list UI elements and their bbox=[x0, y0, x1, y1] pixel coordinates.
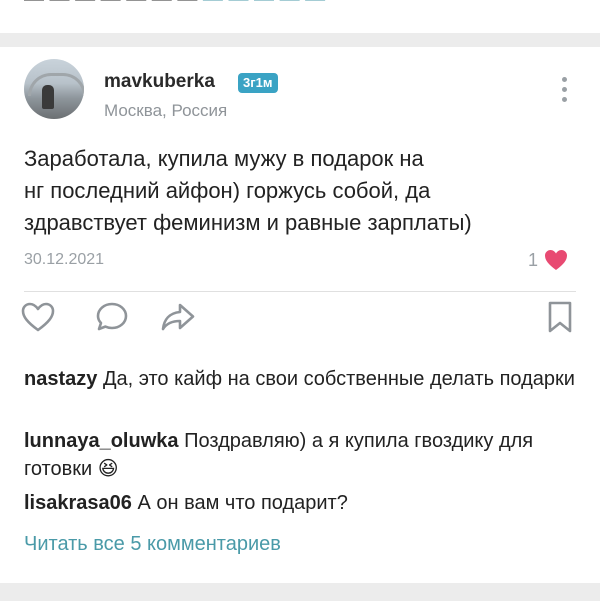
heart-filled-icon bbox=[544, 249, 568, 271]
feed-separator bbox=[0, 33, 600, 47]
likes-counter[interactable]: 1 bbox=[528, 249, 568, 271]
comment-button[interactable] bbox=[94, 299, 130, 335]
post-location[interactable]: Москва, Россия bbox=[104, 101, 227, 121]
more-options-button[interactable] bbox=[556, 77, 572, 105]
avatar[interactable] bbox=[24, 59, 84, 119]
comment-item: lunnaya_oluwka Поздравляю) а я купила гв… bbox=[24, 427, 584, 483]
previous-post-link[interactable]: — — — — — bbox=[203, 0, 325, 10]
heart-outline-icon bbox=[21, 302, 55, 332]
comment-author[interactable]: nastazy bbox=[24, 368, 97, 390]
likes-count: 1 bbox=[528, 249, 539, 270]
post-date: 30.12.2021 bbox=[24, 251, 105, 268]
comment-author[interactable]: lisakrasa06 bbox=[24, 492, 132, 514]
post-username[interactable]: mavkuberka bbox=[104, 71, 215, 93]
time-badge: 3г1м bbox=[238, 73, 278, 93]
post-text: Заработала, купила мужу в подарок на нг … bbox=[24, 146, 472, 235]
view-all-comments-link[interactable]: Читать все 5 комментариев bbox=[24, 533, 281, 556]
like-button[interactable] bbox=[20, 299, 56, 335]
share-button[interactable] bbox=[160, 299, 196, 335]
share-arrow-icon bbox=[161, 303, 195, 331]
comment-item: nastazy Да, это кайф на свои собственные… bbox=[24, 365, 584, 393]
bookmark-button[interactable] bbox=[542, 299, 578, 335]
comment-author[interactable]: lunnaya_oluwka bbox=[24, 430, 179, 452]
previous-post-text: — — — — — — — bbox=[24, 0, 197, 10]
comment-item: lisakrasa06 А он вам что подарит? bbox=[24, 489, 584, 517]
previous-post-remnant: — — — — — — — — — — — — bbox=[0, 0, 600, 30]
bookmark-icon bbox=[548, 301, 572, 333]
more-dots-icon bbox=[561, 77, 567, 82]
feed-separator-bottom bbox=[0, 583, 600, 601]
comment-text: А он вам что подарит? bbox=[137, 492, 348, 514]
speech-bubble-icon bbox=[96, 302, 128, 331]
post-card: mavkuberka 3г1м Москва, Россия Заработал… bbox=[0, 47, 600, 583]
comment-text: Да, это кайф на свои собственные делать … bbox=[102, 368, 575, 390]
actions-divider bbox=[24, 291, 576, 292]
